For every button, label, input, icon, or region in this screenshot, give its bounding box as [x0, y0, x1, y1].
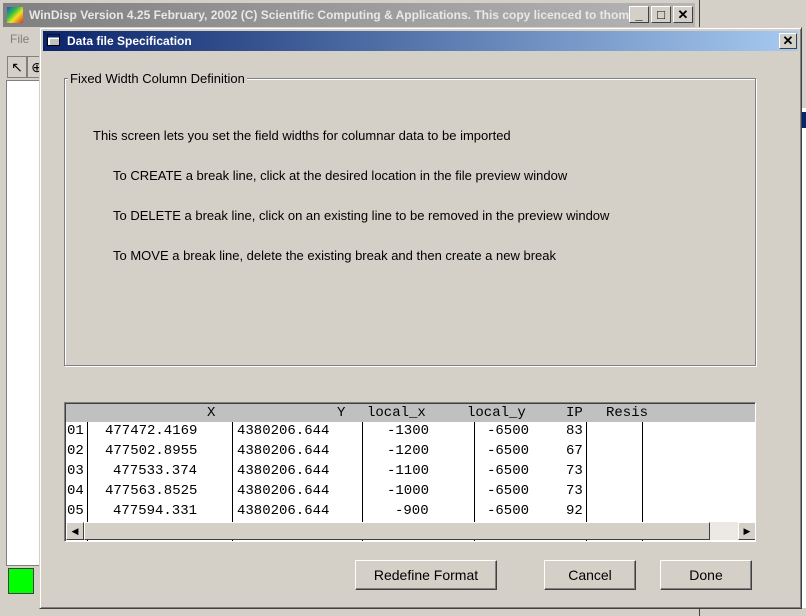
file-preview-grid[interactable]: X Y local_x local_y IP Resis 01 477472.4… [65, 403, 755, 541]
cell-x: 477472.4169 [105, 423, 198, 439]
close-icon: ✕ [782, 33, 794, 48]
cell-local-y: -6500 [487, 463, 530, 479]
cell-ip: 83 [566, 423, 583, 439]
intro-text: This screen lets you set the field width… [93, 128, 511, 143]
preview-row: 05 477594.331 4380206.644 -900 -6500 92 [66, 502, 755, 522]
map-pane[interactable] [6, 80, 40, 566]
file-preview-window[interactable]: X Y local_x local_y IP Resis 01 477472.4… [64, 402, 756, 542]
cell-local-x: -1100 [387, 463, 430, 479]
maximize-icon: □ [657, 7, 665, 22]
close-icon: ✕ [677, 7, 689, 22]
dialog-window-icon [47, 34, 60, 46]
cell-y: 4380206.644 [237, 463, 330, 479]
dialog-close-button[interactable]: ✕ [779, 33, 797, 49]
cell-local-y: -6500 [487, 443, 530, 459]
cell-local-x: -900 [395, 503, 429, 519]
preview-header-row: X Y local_x local_y IP Resis [66, 404, 755, 422]
scroll-right-button[interactable]: ▶ [738, 522, 755, 540]
toolbar: ↖ ⊕ [3, 54, 47, 80]
cell-y: 4380206.644 [237, 483, 330, 499]
data-file-specification-dialog: Data file Specification ✕ Fixed Width Co… [39, 27, 802, 609]
header-y: Y [337, 405, 346, 421]
main-window-title: WinDisp Version 4.25 February, 2002 (C) … [29, 8, 629, 22]
horizontal-scrollbar[interactable]: ◀ ▶ [66, 522, 755, 540]
cell-local-y: -6500 [487, 483, 530, 499]
instruction-delete: To DELETE a break line, click on an exis… [113, 208, 610, 223]
preview-row: 02 477502.8955 4380206.644 -1200 -6500 6… [66, 442, 755, 462]
cell-y: 4380206.644 [237, 503, 330, 519]
redefine-format-button[interactable]: Redefine Format [355, 560, 497, 590]
arrow-right-icon: ▶ [743, 526, 751, 536]
maximize-button[interactable]: □ [651, 6, 671, 23]
minimize-button[interactable]: _ [629, 6, 649, 23]
cell-x: 477594.331 [113, 503, 198, 519]
cell-y: 4380206.644 [237, 423, 330, 439]
minimize-icon: _ [635, 7, 643, 22]
cell-local-x: -1000 [387, 483, 430, 499]
main-title-bar[interactable]: WinDisp Version 4.25 February, 2002 (C) … [3, 3, 695, 27]
row-number: 04 [67, 483, 84, 499]
header-resis: Resis [606, 405, 649, 421]
status-color-swatch [8, 568, 34, 594]
header-x: X [207, 405, 216, 421]
horizontal-scroll-thumb[interactable] [84, 522, 710, 540]
preview-row: 04 477563.8525 4380206.644 -1000 -6500 7… [66, 482, 755, 502]
row-number: 03 [67, 463, 84, 479]
cell-local-y: -6500 [487, 503, 530, 519]
cell-x: 477533.374 [113, 463, 198, 479]
cell-x: 477563.8525 [105, 483, 198, 499]
header-ip: IP [566, 405, 583, 421]
cell-ip: 92 [566, 503, 583, 519]
menu-file[interactable]: File [10, 32, 29, 46]
cancel-button[interactable]: Cancel [544, 560, 636, 590]
cell-y: 4380206.644 [237, 443, 330, 459]
dialog-title: Data file Specification [67, 34, 192, 48]
cell-x: 477502.8955 [105, 443, 198, 459]
preview-row: 01 477472.4169 4380206.644 -1300 -6500 8… [66, 422, 755, 442]
app-icon [7, 7, 23, 23]
pointer-icon: ↖ [11, 59, 23, 75]
preview-row: 03 477533.374 4380206.644 -1100 -6500 73 [66, 462, 755, 482]
pointer-tool-button[interactable]: ↖ [7, 56, 27, 78]
row-number: 05 [67, 503, 84, 519]
header-local-y: local_y [467, 405, 526, 421]
header-local-x: local_x [367, 405, 426, 421]
cell-local-x: -1300 [387, 423, 430, 439]
row-number: 01 [67, 423, 84, 439]
main-close-button[interactable]: ✕ [673, 6, 693, 23]
done-button[interactable]: Done [660, 560, 752, 590]
row-number: 02 [67, 443, 84, 459]
cell-ip: 73 [566, 483, 583, 499]
cell-ip: 73 [566, 463, 583, 479]
instruction-create: To CREATE a break line, click at the des… [113, 168, 568, 183]
cell-local-y: -6500 [487, 423, 530, 439]
instruction-move: To MOVE a break line, delete the existin… [113, 248, 556, 263]
cell-local-x: -1200 [387, 443, 430, 459]
scroll-left-button[interactable]: ◀ [66, 522, 84, 540]
group-box-title: Fixed Width Column Definition [68, 71, 247, 86]
cell-ip: 67 [566, 443, 583, 459]
arrow-left-icon: ◀ [71, 526, 79, 536]
dialog-title-bar[interactable]: Data file Specification ✕ [43, 31, 798, 51]
